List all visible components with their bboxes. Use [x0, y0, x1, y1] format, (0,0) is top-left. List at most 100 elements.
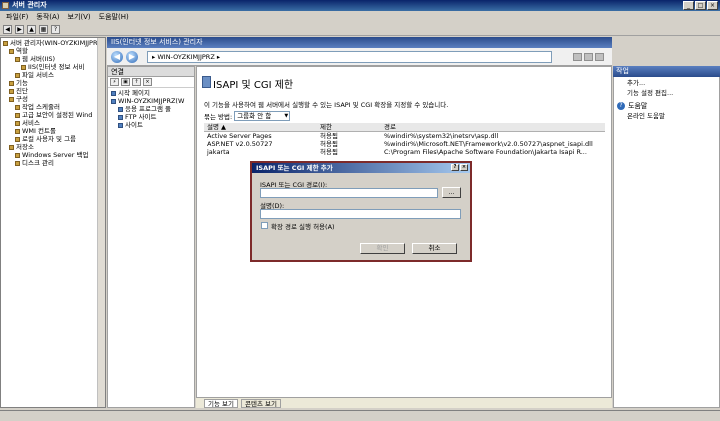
- table-cell: 허용됨: [320, 148, 338, 156]
- cancel-button[interactable]: 취소: [412, 243, 457, 254]
- column-header-description[interactable]: 설명 ▲: [204, 123, 317, 131]
- dialog-title: ISAPI 또는 CGI 제한 추가: [256, 164, 333, 172]
- action-edit-feature-settings[interactable]: 기능 설정 편집...: [614, 88, 719, 98]
- group-by-value: 그룹화 안 함: [237, 112, 272, 120]
- tree-item-label: 로컬 사용자 및 그룹: [22, 135, 77, 143]
- menu-help[interactable]: 도움말(H): [99, 11, 129, 23]
- dialog-close-button[interactable]: ×: [460, 164, 468, 171]
- tree-item[interactable]: 기능: [3, 79, 103, 87]
- action-add[interactable]: 추가...: [614, 78, 719, 88]
- dialog-help-button[interactable]: ?: [451, 164, 459, 171]
- maximize-button[interactable]: □: [695, 1, 706, 10]
- iis-nav-bar: ◀ ▶ ▸ WIN-OYZKIMJJPRZ ▸: [107, 48, 612, 66]
- table-row[interactable]: jakarta 허용됨 C:\Program Files\Apache Softwa…: [204, 148, 605, 156]
- close-button[interactable]: ×: [707, 1, 718, 10]
- tree-node-icon: [15, 56, 20, 62]
- connection-item[interactable]: WIN-OYZKIMJJPRZ(W: [111, 97, 191, 105]
- help-icon[interactable]: ?: [51, 24, 60, 34]
- tree-item[interactable]: 고급 보안이 설정된 Wind: [3, 111, 103, 119]
- tree-node-icon: [15, 72, 20, 78]
- help-icon: ?: [617, 102, 625, 110]
- show-hide-tree-icon[interactable]: ▦: [39, 24, 48, 34]
- tree-item[interactable]: 디스크 관리: [3, 159, 103, 167]
- up-folder-icon[interactable]: ▲: [27, 24, 36, 34]
- tree-item[interactable]: 로컬 사용자 및 그룹: [3, 135, 103, 143]
- nav-forward-icon[interactable]: ▶: [126, 51, 138, 63]
- table-row[interactable]: ASP.NET v2.0.50727 허용됨 %windir%\Microsoft.…: [204, 140, 605, 148]
- allow-extension-checkbox[interactable]: [261, 222, 268, 229]
- tree-item[interactable]: 작업 스케줄러: [3, 103, 103, 111]
- delete-icon[interactable]: ×: [143, 78, 152, 86]
- tree-item[interactable]: IIS(인터넷 정보 서비: [3, 63, 103, 71]
- column-header-path[interactable]: 경로: [381, 123, 605, 131]
- tree-node-icon: [15, 160, 20, 166]
- ok-button[interactable]: 확인: [360, 243, 405, 254]
- table-cell: 허용됨: [320, 140, 338, 148]
- tree-item-label: 서버 관리자(WIN-OYZKIMJJPR: [10, 39, 98, 47]
- tree-node-icon: [15, 136, 20, 142]
- tree-node-icon: [15, 128, 20, 134]
- tab-content-view[interactable]: 콘텐츠 보기: [241, 398, 281, 408]
- connection-node-icon: [111, 98, 116, 104]
- action-help-row[interactable]: ? 도움말: [614, 101, 719, 111]
- group-by-select[interactable]: 그룹화 안 함 ▼: [234, 111, 291, 121]
- tree-item[interactable]: 진단: [3, 87, 103, 95]
- tree-node-icon: [15, 104, 20, 110]
- address-sep-icon: ▸: [216, 53, 221, 61]
- minimize-button[interactable]: _: [683, 1, 694, 10]
- tree-node-icon: [15, 112, 20, 118]
- group-by: 묶는 방법: 그룹화 안 함 ▼: [204, 111, 291, 121]
- connection-item[interactable]: 시작 페이지: [111, 89, 191, 97]
- tree-item[interactable]: WMI 컨트롤: [3, 127, 103, 135]
- tree-scrollbar[interactable]: [97, 38, 105, 407]
- server-manager-tree: 서버 관리자(WIN-OYZKIMJJPR 역할 웹 서버(IIS) IIS(인터넷 …: [0, 37, 106, 408]
- address-node[interactable]: WIN-OYZKIMJJPRZ: [157, 53, 214, 61]
- menu-action[interactable]: 동작(A): [36, 11, 59, 23]
- tree-item[interactable]: Windows Server 백업: [3, 151, 103, 159]
- tree-item[interactable]: 저장소: [3, 143, 103, 151]
- table-cell: ASP.NET v2.0.50727: [207, 140, 273, 148]
- action-online-help[interactable]: 온라인 도움말: [614, 111, 719, 121]
- nav-back-icon[interactable]: ◀: [111, 51, 123, 63]
- connection-item[interactable]: FTP 사이트: [111, 113, 191, 121]
- address-bar[interactable]: ▸ WIN-OYZKIMJJPRZ ▸: [147, 51, 552, 63]
- tree-item[interactable]: 웹 서버(IIS): [3, 55, 103, 63]
- connection-item[interactable]: 사이트: [111, 121, 191, 129]
- connection-item[interactable]: 응용 프로그램 풀: [111, 105, 191, 113]
- view-tabs: 기능 보기 콘텐츠 보기: [196, 397, 612, 408]
- address-sep-icon: ▸: [152, 53, 156, 61]
- connection-node-icon: [118, 122, 123, 128]
- column-header-restriction[interactable]: 제한: [317, 123, 381, 131]
- back-icon[interactable]: ◀: [3, 24, 12, 34]
- tree-node-icon: [9, 48, 14, 54]
- tree-item-label: 웹 서버(IIS): [22, 55, 56, 63]
- menu-file[interactable]: 파일(F): [6, 11, 28, 23]
- refresh-icon[interactable]: [573, 53, 582, 61]
- home-icon[interactable]: [595, 53, 604, 61]
- tree-item[interactable]: 서비스: [3, 119, 103, 127]
- connection-node-icon: [118, 114, 123, 120]
- path-input[interactable]: [260, 188, 438, 198]
- tree-item[interactable]: 역할: [3, 47, 103, 55]
- stop-icon[interactable]: [584, 53, 593, 61]
- connect-icon[interactable]: ⚡: [110, 78, 119, 86]
- connection-node-icon: [118, 106, 123, 112]
- tree-item[interactable]: 구성: [3, 95, 103, 103]
- tree-item-label: 디스크 관리: [22, 159, 54, 167]
- save-icon[interactable]: ▣: [121, 78, 130, 86]
- connections-header: 연결: [108, 67, 194, 77]
- tree-item[interactable]: 서버 관리자(WIN-OYZKIMJJPR: [3, 39, 103, 47]
- browse-button[interactable]: ...: [442, 187, 461, 198]
- forward-icon[interactable]: ▶: [15, 24, 24, 34]
- add-isapi-cgi-restriction-dialog: ISAPI 또는 CGI 제한 추가 ? × ISAPI 또는 CGI 경로(I…: [250, 161, 472, 262]
- table-row[interactable]: Active Server Pages 허용됨 %windir%\system32\…: [204, 132, 605, 140]
- action-help[interactable]: 도움말: [628, 101, 647, 111]
- tree-item-label: IIS(인터넷 정보 서비: [28, 63, 85, 71]
- actions-pane: 추가... 기능 설정 편집... ? 도움말 온라인 도움말: [613, 66, 720, 408]
- menu-view[interactable]: 보기(V): [68, 11, 91, 23]
- description-input[interactable]: [260, 209, 461, 219]
- up-icon[interactable]: ↑: [132, 78, 141, 86]
- window-controls: _ □ ×: [683, 1, 718, 10]
- tab-features-view[interactable]: 기능 보기: [204, 398, 238, 408]
- tree-item[interactable]: 파일 서비스: [3, 71, 103, 79]
